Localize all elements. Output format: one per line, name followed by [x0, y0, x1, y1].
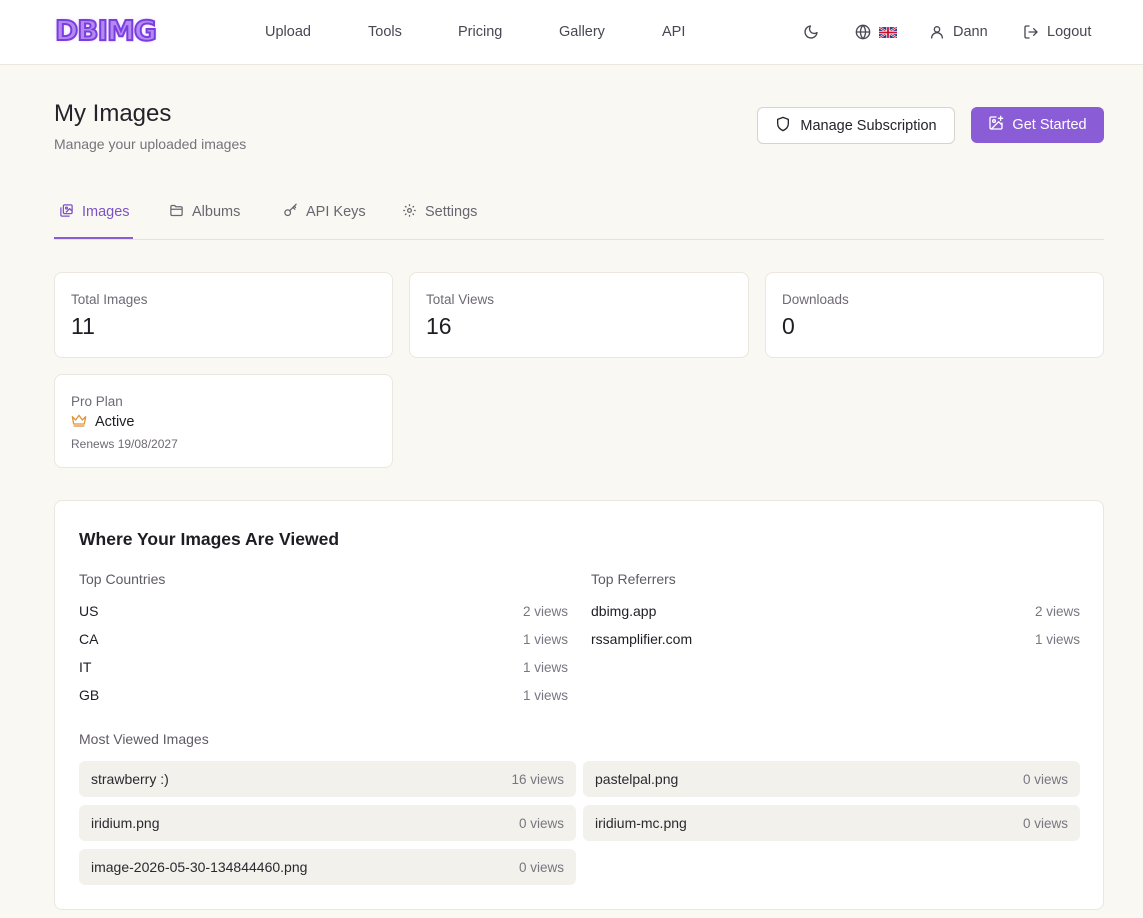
image-views: 16 views [511, 771, 564, 787]
tab-bar: Images Albums API Keys Settings [54, 190, 1104, 240]
image-name: iridium-mc.png [595, 815, 687, 831]
folder-icon [169, 203, 184, 222]
tab-albums-label: Albums [192, 204, 241, 220]
image-name: iridium.png [91, 815, 160, 831]
moon-icon [803, 24, 819, 40]
nav-upload[interactable]: Upload [265, 22, 311, 42]
stat-card-downloads: Downloads 0 [765, 272, 1104, 358]
language-selector[interactable] [855, 22, 897, 42]
get-started-button[interactable]: Get Started [971, 107, 1104, 143]
key-icon [283, 203, 298, 222]
country-views: 1 views [522, 631, 568, 647]
nav-gallery[interactable]: Gallery [559, 22, 605, 42]
image-views: 0 views [1022, 815, 1068, 831]
get-started-label: Get Started [1012, 117, 1087, 133]
plan-status: Active [71, 413, 135, 431]
globe-icon [855, 24, 871, 40]
country-views: 1 views [522, 659, 568, 675]
country-name: US [79, 603, 99, 619]
active-tab-indicator [54, 237, 133, 239]
country-row: IT 1 views [79, 657, 568, 677]
images-icon [59, 203, 74, 222]
page-subtitle: Manage your uploaded images [54, 136, 247, 152]
page-title: My Images [54, 100, 172, 127]
image-name: image-2026-05-30-134844460.png [91, 859, 308, 875]
logout-label: Logout [1047, 24, 1092, 40]
logo[interactable]: DBIMG [54, 13, 158, 48]
most-viewed-heading: Most Viewed Images [79, 731, 209, 747]
manage-subscription-label: Manage Subscription [800, 117, 937, 134]
stat-value: 11 [71, 313, 95, 339]
referrer-row: rssamplifier.com 1 views [591, 629, 1080, 649]
image-views: 0 views [1022, 771, 1068, 787]
most-viewed-item[interactable]: strawberry :) 16 views [79, 761, 576, 797]
country-name: IT [79, 659, 92, 675]
country-views: 2 views [522, 603, 568, 619]
top-referrers-heading: Top Referrers [591, 571, 676, 587]
logout-icon [1023, 24, 1039, 40]
logout-button[interactable]: Logout [1023, 22, 1091, 42]
theme-toggle-button[interactable] [803, 22, 819, 42]
views-analytics-panel: Where Your Images Are Viewed Top Countri… [54, 500, 1104, 910]
plan-renewal-date: Renews 19/08/2027 [71, 437, 178, 451]
stat-label: Downloads [782, 292, 849, 307]
plan-status-label: Active [95, 414, 135, 430]
tab-images-label: Images [82, 204, 130, 220]
stat-value: 0 [782, 313, 795, 339]
manage-subscription-button[interactable]: Manage Subscription [757, 107, 955, 144]
country-views: 1 views [522, 687, 568, 703]
image-views: 0 views [518, 815, 564, 831]
country-row: US 2 views [79, 601, 568, 621]
top-countries-heading: Top Countries [79, 571, 166, 587]
referrer-name: dbimg.app [591, 603, 657, 619]
country-name: GB [79, 687, 100, 703]
most-viewed-item[interactable]: iridium.png 0 views [79, 805, 576, 841]
nav-pricing[interactable]: Pricing [458, 22, 502, 42]
referrer-views: 2 views [1034, 603, 1080, 619]
country-row: CA 1 views [79, 629, 568, 649]
image-plus-icon [988, 115, 1004, 135]
most-viewed-item[interactable]: pastelpal.png 0 views [583, 761, 1080, 797]
stat-card-total-views: Total Views 16 [409, 272, 749, 358]
stat-label: Total Images [71, 292, 148, 307]
tab-api-keys-label: API Keys [306, 204, 366, 220]
image-views: 0 views [518, 859, 564, 875]
user-name: Dann [953, 24, 988, 40]
tab-settings[interactable]: Settings [402, 202, 477, 222]
stat-card-total-images: Total Images 11 [54, 272, 393, 358]
referrer-name: rssamplifier.com [591, 631, 693, 647]
country-name: CA [79, 631, 99, 647]
tab-images[interactable]: Images [59, 202, 130, 222]
nav-tools[interactable]: Tools [368, 22, 402, 42]
gear-icon [402, 203, 417, 222]
nav-api[interactable]: API [662, 22, 685, 42]
most-viewed-item[interactable]: iridium-mc.png 0 views [583, 805, 1080, 841]
user-menu[interactable]: Dann [929, 22, 988, 42]
top-navbar: DBIMG Upload Tools Pricing Gallery API D… [0, 0, 1143, 65]
stat-value: 16 [426, 313, 452, 339]
referrer-views: 1 views [1034, 631, 1080, 647]
tab-albums[interactable]: Albums [169, 202, 240, 222]
plan-card: Pro Plan Active Renews 19/08/2027 [54, 374, 393, 468]
tab-api-keys[interactable]: API Keys [283, 202, 366, 222]
most-viewed-item[interactable]: image-2026-05-30-134844460.png 0 views [79, 849, 576, 885]
shield-icon [775, 116, 791, 136]
uk-flag-icon [879, 26, 897, 38]
plan-label: Pro Plan [71, 394, 123, 409]
panel-title: Where Your Images Are Viewed [79, 529, 340, 549]
crown-icon [71, 413, 87, 431]
stat-label: Total Views [426, 292, 495, 307]
image-name: strawberry :) [91, 771, 169, 787]
referrer-row: dbimg.app 2 views [591, 601, 1080, 621]
user-icon [929, 24, 945, 40]
tab-settings-label: Settings [425, 204, 478, 220]
country-row: GB 1 views [79, 685, 568, 705]
image-name: pastelpal.png [595, 771, 679, 787]
